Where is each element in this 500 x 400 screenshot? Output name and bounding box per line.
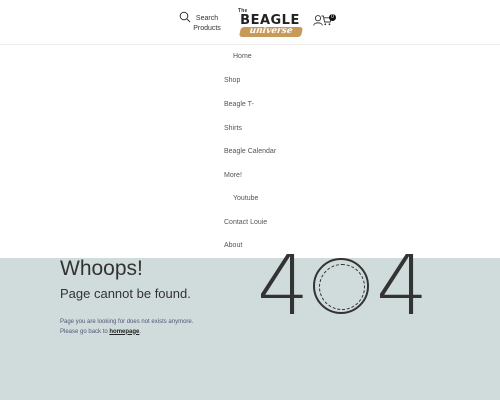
error-code-zero-ring-inner <box>319 264 365 310</box>
error-code-zero-ring <box>313 258 369 314</box>
search-label: Search Products <box>193 15 221 32</box>
menu-item-about[interactable]: About <box>224 242 242 249</box>
dropdown-nav-menu: Home Shop Beagle T- Shirts Beagle Calend… <box>0 45 500 258</box>
site-header: Search Products The BEAGLE universe 0 <box>0 0 500 45</box>
menu-item-contact-louie[interactable]: Contact Louie <box>224 219 267 226</box>
error-message-prefix: Please go back to <box>60 328 110 335</box>
site-logo[interactable]: The BEAGLE universe <box>236 8 304 38</box>
error-message-suffix: . <box>139 328 142 335</box>
error-code-left-digit: 4 <box>257 239 310 334</box>
menu-item-more[interactable]: More! <box>224 172 242 179</box>
error-message-line2: Please go back to homepage. <box>60 328 193 338</box>
menu-item-beagle-tshirts-line2[interactable]: Shirts <box>224 125 242 132</box>
menu-item-beagle-calendar[interactable]: Beagle Calendar <box>224 148 276 155</box>
menu-item-home[interactable]: Home <box>233 53 252 60</box>
menu-item-shop[interactable]: Shop <box>224 77 240 84</box>
homepage-link[interactable]: homepage <box>109 329 139 335</box>
menu-item-beagle-tshirts-line1[interactable]: Beagle T- <box>224 101 254 108</box>
error-message-line1: Page you are looking for does not exists… <box>60 319 194 325</box>
error-subtitle: Page cannot be found. <box>60 286 191 301</box>
search-button[interactable]: Search Products <box>179 11 229 35</box>
logo-subtitle: universe <box>248 26 294 36</box>
error-code-right-digit: 4 <box>376 239 429 334</box>
menu-item-youtube[interactable]: Youtube <box>233 195 258 202</box>
error-title: Whoops! <box>60 257 143 280</box>
error-message: Page you are looking for does not exists… <box>60 318 193 337</box>
cart-count-badge: 0 <box>329 14 336 21</box>
